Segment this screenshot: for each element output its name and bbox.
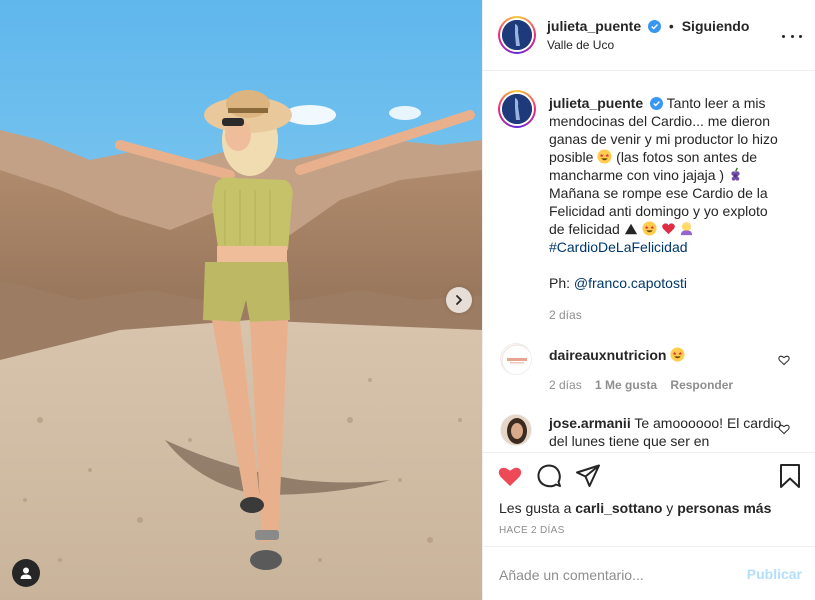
post-caption: julieta_puente Tanto leer a mis mendocin… — [549, 94, 787, 292]
comment-meta: 2 días 1 Me gusta Responder — [549, 378, 733, 392]
comment-like-heart-icon[interactable] — [778, 354, 790, 366]
avatar-image — [501, 344, 531, 374]
verified-icon — [650, 97, 664, 110]
caption-hashtag-link[interactable]: #CardioDeLaFelicidad — [549, 239, 688, 255]
photo-scene — [0, 0, 482, 600]
user-tag-icon — [20, 567, 32, 579]
heart-icon[interactable] — [497, 463, 523, 489]
bookmark-icon[interactable] — [777, 463, 803, 489]
chevron-right-icon — [456, 295, 462, 305]
post-timestamp[interactable]: HACE 2 DÍAS — [499, 525, 565, 536]
caption-mention-link[interactable]: @franco.capotosti — [574, 275, 687, 291]
publish-button[interactable]: Publicar — [747, 566, 802, 582]
caption-timestamp: 2 días — [549, 308, 582, 322]
comment-reply-button[interactable]: Responder — [670, 378, 733, 392]
comment-username[interactable]: daireauxnutricion — [549, 347, 666, 363]
likes-mid: y — [662, 500, 678, 516]
star-eyes-emoji-icon — [642, 221, 657, 236]
tagged-users-button[interactable] — [12, 559, 40, 587]
comment-time: 2 días — [549, 378, 582, 392]
comment-like-heart-icon[interactable] — [778, 423, 790, 435]
commenter-avatar[interactable] — [500, 343, 532, 375]
likes-prefix: Les gusta a — [499, 500, 576, 516]
verified-icon — [648, 20, 662, 33]
avatar-image — [502, 20, 532, 50]
next-photo-button[interactable] — [446, 287, 472, 313]
post-location[interactable]: Valle de Uco — [547, 38, 614, 52]
caption-author-avatar[interactable] — [498, 90, 536, 128]
avatar-image — [502, 94, 532, 124]
separator-dot: • — [668, 18, 674, 34]
star-eyes-emoji-icon — [670, 347, 685, 362]
author-username[interactable]: julieta_puente — [547, 18, 641, 34]
star-eyes-emoji-icon — [597, 149, 612, 164]
comments-list: julieta_puente Tanto leer a mis mendocin… — [483, 72, 815, 452]
comment-username[interactable]: jose.armanii — [549, 415, 631, 431]
mountain-emoji-icon — [624, 223, 637, 235]
liked-by-user-link[interactable]: carli_sottano — [575, 500, 662, 516]
comment-item: daireauxnutricion — [549, 346, 787, 364]
post-header: julieta_puente • Siguiendo Valle de Uco — [483, 0, 815, 71]
comment-icon[interactable] — [536, 463, 562, 489]
share-icon[interactable] — [575, 463, 601, 489]
comment-likes-link[interactable]: 1 Me gusta — [595, 378, 657, 392]
red-heart-emoji-icon — [661, 223, 675, 235]
author-avatar[interactable] — [498, 16, 536, 54]
commenter-avatar[interactable] — [500, 414, 532, 446]
post-side-panel: julieta_puente • Siguiendo Valle de Uco — [482, 0, 815, 600]
post-photo[interactable] — [0, 0, 482, 600]
comment-item: jose.armanii Te amoooooo! El cardio del … — [549, 414, 787, 450]
more-icon — [782, 34, 785, 38]
caption-username[interactable]: julieta_puente — [549, 95, 643, 111]
likes-summary: Les gusta a carli_sottano y personas más — [499, 500, 771, 516]
comment-input[interactable] — [499, 565, 729, 585]
add-comment-bar: Publicar — [483, 546, 815, 600]
post-actions: Les gusta a carli_sottano y personas más… — [483, 452, 815, 546]
person-emoji-icon — [681, 221, 693, 236]
grapes-emoji-icon — [731, 167, 740, 181]
caption-text-3: Mañana se rompe ese Cardio de la Felicid… — [549, 185, 768, 237]
instagram-post: julieta_puente • Siguiendo Valle de Uco — [0, 0, 815, 600]
caption-ph-label: Ph: — [549, 275, 574, 291]
follow-state-button[interactable]: Siguiendo — [682, 18, 750, 34]
liked-by-others-link[interactable]: personas más — [677, 500, 771, 516]
more-options-button[interactable] — [782, 26, 802, 46]
avatar-image — [501, 415, 531, 445]
